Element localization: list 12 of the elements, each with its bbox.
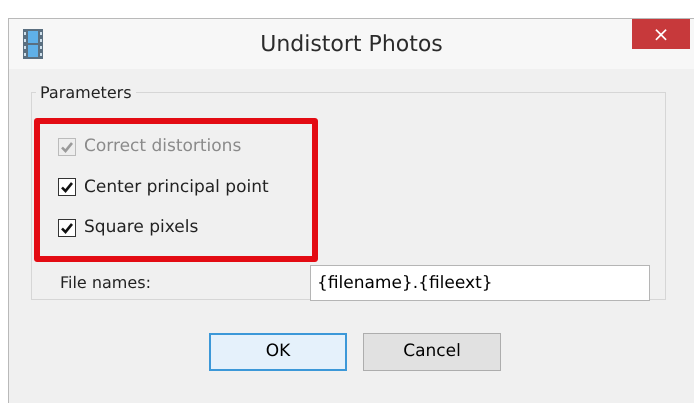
checkbox-label: Correct distortions bbox=[84, 135, 242, 158]
close-button[interactable]: × bbox=[632, 19, 690, 49]
film-icon bbox=[23, 29, 43, 59]
window-title: Undistort Photos bbox=[260, 30, 443, 58]
checkbox-label: Center principal point bbox=[84, 176, 269, 198]
field-label: File names: bbox=[60, 272, 152, 294]
cancel-button[interactable]: Cancel bbox=[363, 333, 501, 371]
file-names-field[interactable]: {filename}.{fileext} bbox=[310, 265, 650, 301]
ok-button[interactable]: OK bbox=[209, 333, 347, 371]
checkbox-label: Square pixels bbox=[84, 216, 198, 239]
checkbox[interactable] bbox=[58, 178, 76, 196]
checkbox[interactable] bbox=[58, 218, 76, 237]
